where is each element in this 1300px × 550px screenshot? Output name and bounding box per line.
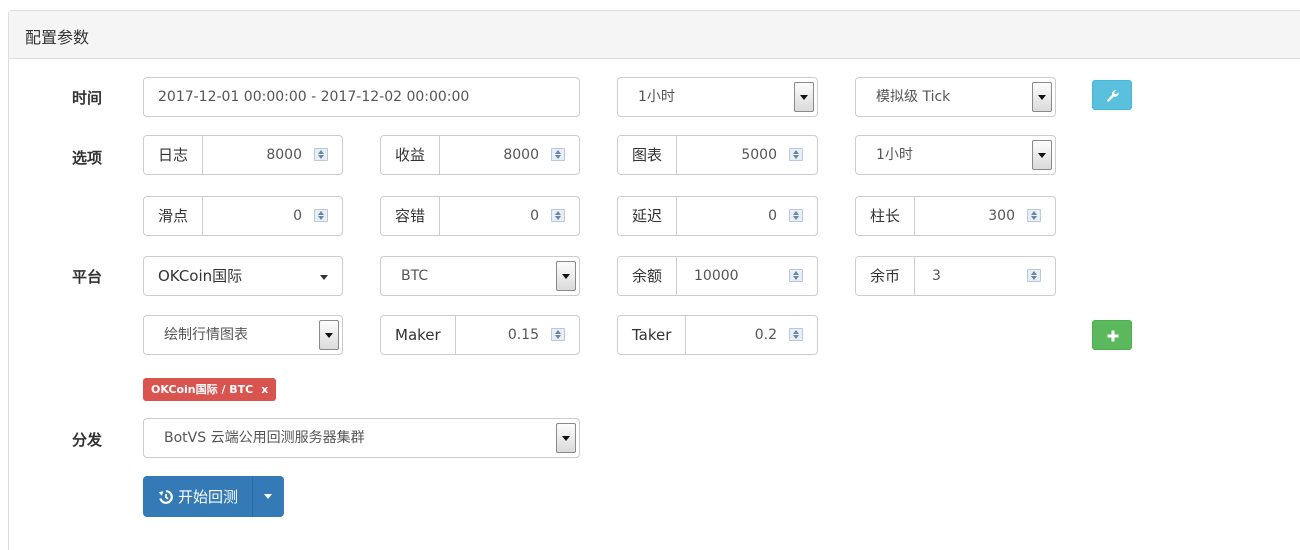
- chart-input[interactable]: 5000: [677, 136, 817, 174]
- bar-length-value: 300: [988, 208, 1015, 224]
- spinner-icon[interactable]: [789, 328, 803, 341]
- delay-value: 0: [768, 208, 777, 224]
- spinner-icon[interactable]: [314, 209, 328, 222]
- period-select[interactable]: 1小时: [617, 77, 818, 117]
- chevron-down-icon[interactable]: [794, 82, 814, 112]
- dispatch-server-value: BotVS 云端公用回测服务器集群: [164, 430, 365, 446]
- taker-input-group: Taker 0.2: [617, 315, 818, 355]
- spinner-icon[interactable]: [789, 148, 803, 161]
- balance-input-group: 余额 10000: [617, 256, 818, 296]
- tick-mode-select[interactable]: 模拟级 Tick: [855, 77, 1056, 117]
- slippage-input-group: 滑点 0: [143, 196, 343, 236]
- chart-value: 5000: [741, 147, 777, 163]
- balance-input[interactable]: 10000: [677, 257, 817, 295]
- slippage-value: 0: [293, 208, 302, 224]
- start-backtest-label: 开始回测: [178, 488, 239, 506]
- chevron-down-icon[interactable]: [1032, 82, 1052, 112]
- coins-input[interactable]: 3: [915, 257, 1055, 295]
- plus-icon: [1107, 330, 1119, 342]
- period-select-value: 1小时: [638, 89, 675, 105]
- coins-label: 余币: [856, 257, 916, 295]
- bar-length-label: 柱长: [856, 197, 916, 235]
- delay-input-group: 延迟 0: [617, 196, 818, 236]
- tolerance-label: 容错: [381, 197, 441, 235]
- bar-length-input[interactable]: 300: [915, 197, 1055, 235]
- log-input-group: 日志 8000: [143, 135, 343, 175]
- currency-select[interactable]: BTC: [380, 256, 580, 296]
- slippage-input[interactable]: 0: [203, 197, 342, 235]
- log-value: 8000: [266, 147, 302, 163]
- maker-input-group: Maker 0.15: [380, 315, 580, 355]
- coins-input-group: 余币 3: [855, 256, 1056, 296]
- log-input[interactable]: 8000: [203, 136, 342, 174]
- chart-input-group: 图表 5000: [617, 135, 818, 175]
- spinner-icon[interactable]: [551, 328, 565, 341]
- taker-input[interactable]: 0.2: [686, 316, 817, 354]
- dispatch-row-label: 分发: [72, 431, 103, 449]
- panel-heading: 配置参数: [9, 11, 1300, 59]
- profit-label: 收益: [381, 136, 441, 174]
- log-label: 日志: [144, 136, 204, 174]
- profit-value: 8000: [503, 147, 539, 163]
- maker-input[interactable]: 0.15: [456, 316, 579, 354]
- chart-option-select[interactable]: 绘制行情图表: [143, 315, 343, 355]
- chevron-down-icon[interactable]: [556, 423, 576, 453]
- chart-period-select[interactable]: 1小时: [855, 135, 1056, 175]
- panel-title: 配置参数: [25, 28, 90, 47]
- chevron-down-icon[interactable]: [1032, 140, 1052, 170]
- caret-down-icon: [320, 275, 328, 280]
- platform-row-label: 平台: [72, 268, 103, 286]
- balance-label: 余额: [618, 257, 678, 295]
- tolerance-input-group: 容错 0: [380, 196, 580, 236]
- spinner-icon[interactable]: [1027, 269, 1041, 282]
- start-backtest-button[interactable]: 开始回测: [143, 476, 254, 517]
- chart-period-value: 1小时: [876, 147, 913, 163]
- wrench-icon: [1107, 90, 1119, 102]
- platform-tag: OKCoin国际 / BTC x: [143, 378, 277, 401]
- history-icon: [158, 489, 173, 504]
- settings-button[interactable]: [1092, 80, 1132, 110]
- dispatch-server-select[interactable]: BotVS 云端公用回测服务器集群: [143, 418, 580, 458]
- spinner-icon[interactable]: [314, 148, 328, 161]
- date-range-input[interactable]: 2017-12-01 00:00:00 - 2017-12-02 00:00:0…: [143, 77, 580, 117]
- taker-label: Taker: [618, 316, 687, 354]
- platform-tag-label: OKCoin国际 / BTC: [151, 383, 254, 396]
- coins-value: 3: [932, 268, 941, 284]
- add-platform-button[interactable]: [1092, 320, 1132, 350]
- exchange-select[interactable]: OKCoin国际: [143, 256, 343, 296]
- profit-input-group: 收益 8000: [380, 135, 580, 175]
- options-row-label: 选项: [72, 149, 103, 167]
- maker-value: 0.15: [507, 327, 539, 343]
- chart-option-value: 绘制行情图表: [164, 327, 248, 343]
- chevron-down-icon[interactable]: [556, 261, 576, 291]
- maker-label: Maker: [381, 316, 456, 354]
- currency-select-value: BTC: [401, 268, 429, 284]
- bar-length-input-group: 柱长 300: [855, 196, 1056, 236]
- chevron-down-icon[interactable]: [319, 320, 339, 350]
- spinner-icon[interactable]: [1027, 209, 1041, 222]
- start-backtest-group: 开始回测: [143, 476, 285, 517]
- spinner-icon[interactable]: [551, 209, 565, 222]
- taker-value: 0.2: [754, 327, 777, 343]
- tolerance-value: 0: [530, 208, 539, 224]
- exchange-select-value: OKCoin国际: [158, 267, 243, 285]
- spinner-icon[interactable]: [789, 209, 803, 222]
- delay-input[interactable]: 0: [677, 197, 817, 235]
- balance-value: 10000: [694, 268, 739, 284]
- chart-label: 图表: [618, 136, 678, 174]
- remove-tag-button[interactable]: x: [261, 383, 268, 396]
- time-row-label: 时间: [72, 89, 103, 107]
- slippage-label: 滑点: [144, 197, 204, 235]
- spinner-icon[interactable]: [551, 148, 565, 161]
- delay-label: 延迟: [618, 197, 678, 235]
- spinner-icon[interactable]: [789, 269, 803, 282]
- tick-mode-select-value: 模拟级 Tick: [876, 89, 951, 105]
- profit-input[interactable]: 8000: [440, 136, 579, 174]
- start-options-dropdown[interactable]: [253, 476, 284, 517]
- tolerance-input[interactable]: 0: [440, 197, 579, 235]
